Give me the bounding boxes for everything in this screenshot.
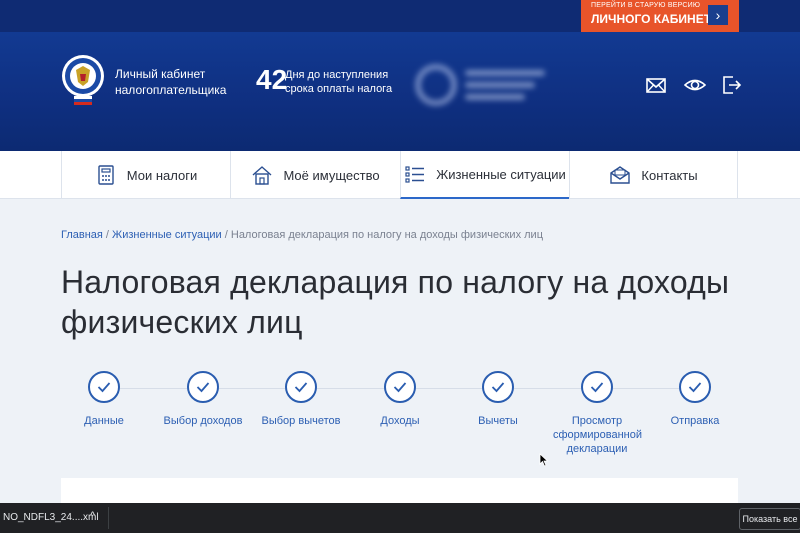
- step-item[interactable]: Выбор вычетов: [246, 371, 356, 428]
- download-bar: NO_NDFL3_24....xml ^ Показать все: [0, 503, 800, 533]
- nav-label-contacts: Контакты: [641, 167, 698, 183]
- step-label: Отправка: [670, 415, 720, 427]
- step-label: Выбор доходов: [163, 415, 243, 427]
- breadcrumb: Главная / Жизненные ситуации / Налоговая…: [61, 229, 543, 241]
- brand-line1: Личный кабинет: [115, 67, 206, 81]
- nav-item-contacts[interactable]: Контакты: [569, 151, 738, 199]
- step-item[interactable]: Просмотр сформированной декларации: [542, 371, 652, 456]
- chevron-up-icon[interactable]: ^: [90, 510, 95, 522]
- mail-icon[interactable]: [645, 74, 667, 96]
- brand-title[interactable]: Личный кабинет налогоплательщика: [115, 66, 226, 98]
- old-version-line2: ЛИЧНОГО КАБИНЕТА: [591, 12, 719, 26]
- step-label: Доходы: [380, 415, 420, 427]
- breadcrumb-home[interactable]: Главная: [61, 229, 103, 241]
- nav-label-life-situations: Жизненные ситуации: [436, 166, 566, 182]
- nav-item-my-taxes[interactable]: Мои налоги: [61, 151, 230, 199]
- breadcrumb-life-situations[interactable]: Жизненные ситуации: [112, 229, 222, 241]
- logout-icon[interactable]: [720, 74, 742, 96]
- nav-label-my-property: Моё имущество: [283, 167, 380, 183]
- step-label: Данные: [84, 415, 124, 427]
- check-icon: [482, 371, 514, 403]
- header: Личный кабинет налогоплательщика 42 Дня …: [0, 32, 800, 151]
- deadline-text: Дня до наступления срока оплаты налога: [285, 68, 392, 96]
- chevron-right-icon: ›: [708, 5, 728, 25]
- check-icon: [187, 371, 219, 403]
- check-icon: [679, 371, 711, 403]
- step-item[interactable]: Отправка: [640, 371, 750, 428]
- deadline-days: 42: [256, 64, 288, 95]
- list-icon: [405, 166, 425, 183]
- old-version-link[interactable]: ПЕРЕЙТИ В СТАРУЮ ВЕРСИЮ ЛИЧНОГО КАБИНЕТА…: [581, 0, 739, 32]
- check-icon: [88, 371, 120, 403]
- check-icon: [581, 371, 613, 403]
- step-label: Выбор вычетов: [261, 415, 341, 427]
- deadline-line2: срока оплаты налога: [285, 83, 393, 95]
- check-icon: [285, 371, 317, 403]
- step-item[interactable]: Вычеты: [443, 371, 553, 428]
- step-item[interactable]: Выбор доходов: [148, 371, 258, 428]
- fns-emblem-icon: [62, 55, 104, 105]
- brand-line2: налогоплательщика: [115, 83, 227, 97]
- house-icon: [252, 166, 272, 185]
- blurred-user-info: [415, 62, 555, 110]
- old-version-line1: ПЕРЕЙТИ В СТАРУЮ ВЕРСИЮ: [591, 2, 701, 9]
- breadcrumb-sep: /: [221, 229, 231, 241]
- step-item[interactable]: Доходы: [345, 371, 455, 428]
- show-all-button[interactable]: Показать все: [739, 508, 800, 530]
- envelope-icon: [610, 166, 631, 184]
- check-icon: [384, 371, 416, 403]
- step-label: Просмотр сформированной декларации: [553, 415, 642, 455]
- download-file-name[interactable]: NO_NDFL3_24....xml: [3, 512, 99, 523]
- step-label: Вычеты: [478, 415, 518, 427]
- download-separator: [108, 507, 109, 529]
- eye-icon[interactable]: [684, 74, 706, 96]
- nav-item-my-property[interactable]: Моё имущество: [230, 151, 400, 199]
- breadcrumb-sep: /: [102, 229, 113, 241]
- calculator-icon: [98, 165, 114, 185]
- page-title: Налоговая декларация по налогу на доходы…: [61, 264, 730, 340]
- nav-label-my-taxes: Мои налоги: [126, 167, 198, 183]
- mouse-cursor-icon: [539, 453, 549, 467]
- breadcrumb-current: Налоговая декларация по налогу на доходы…: [230, 229, 543, 241]
- deadline-line1: Дня до наступления: [285, 69, 389, 81]
- main-nav: Мои налоги Моё имущество Жизненные ситуа…: [0, 151, 800, 199]
- nav-item-life-situations[interactable]: Жизненные ситуации: [400, 151, 569, 199]
- step-item[interactable]: Данные: [49, 371, 159, 428]
